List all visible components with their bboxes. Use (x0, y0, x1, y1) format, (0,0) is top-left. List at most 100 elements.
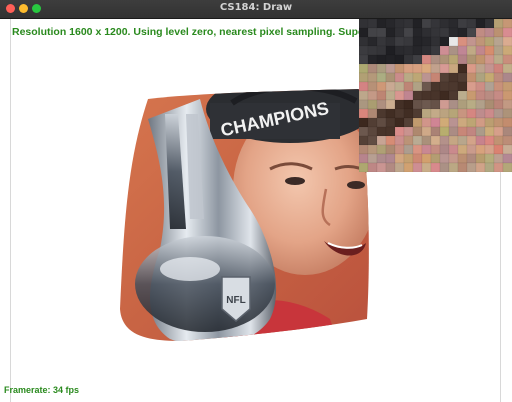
zoom-pixel (421, 27, 432, 38)
zoom-pixel (475, 153, 486, 164)
zoom-pixel (394, 36, 405, 47)
zoom-pixel (430, 63, 441, 74)
zoom-pixel (394, 126, 405, 137)
zoom-pixel (466, 135, 477, 146)
zoom-pixel (385, 45, 396, 56)
zoom-pixel (359, 126, 369, 137)
zoom-pixel (448, 135, 459, 146)
zoom-pixel (457, 117, 468, 128)
zoom-pixel (394, 135, 405, 146)
zoom-pixel (457, 99, 468, 110)
zoom-pixel (475, 45, 486, 56)
zoom-pixel (376, 90, 387, 101)
zoom-pixel (385, 36, 396, 47)
zoom-pixel (493, 144, 504, 155)
zoom-pixel (376, 54, 387, 65)
zoom-pixel (448, 162, 459, 172)
zoom-pixel (466, 108, 477, 119)
zoom-pixel (493, 81, 504, 92)
zoom-pixel (394, 45, 405, 56)
zoom-pixel (439, 126, 450, 137)
zoom-pixel (430, 99, 441, 110)
zoom-pixel (493, 135, 504, 146)
zoom-pixel (394, 153, 405, 164)
zoom-pixel (367, 108, 378, 119)
zoom-pixel (439, 36, 450, 47)
zoom-pixel (376, 144, 387, 155)
zoom-pixel (502, 54, 512, 65)
zoom-pixel (493, 72, 504, 83)
zoom-pixel (403, 27, 414, 38)
zoom-pixel (412, 45, 423, 56)
zoom-pixel (502, 99, 512, 110)
zoom-pixel (412, 108, 423, 119)
zoom-pixel (403, 63, 414, 74)
app-window: CS184: Draw CHAMPIONS NFL Resolution 160… (0, 0, 512, 402)
zoom-pixel (385, 144, 396, 155)
zoom-pixel (484, 126, 495, 137)
zoom-pixel (412, 27, 423, 38)
zoom-pixel (367, 36, 378, 47)
title-bar[interactable]: CS184: Draw (0, 0, 512, 19)
zoom-pixel (466, 99, 477, 110)
zoom-pixel (412, 72, 423, 83)
zoom-pixel (412, 99, 423, 110)
zoom-pixel (359, 19, 369, 29)
zoom-pixel (385, 54, 396, 65)
zoom-pixel (466, 162, 477, 172)
zoom-pixel (367, 81, 378, 92)
zoom-pixel (484, 27, 495, 38)
zoom-pixel (502, 81, 512, 92)
zoom-pixel (484, 90, 495, 101)
zoom-pixel (457, 45, 468, 56)
zoom-pixel (421, 144, 432, 155)
zoom-pixel-grid (359, 19, 512, 172)
zoom-pixel (502, 126, 512, 137)
zoom-pixel (457, 153, 468, 164)
zoom-pixel (385, 81, 396, 92)
zoom-pixel (457, 90, 468, 101)
render-canvas[interactable]: CHAMPIONS NFL Resolution 1600 x 1200. Us… (0, 19, 512, 402)
zoom-pixel (412, 81, 423, 92)
zoom-pixel (502, 27, 512, 38)
zoom-pixel (385, 72, 396, 83)
zoom-pixel (439, 72, 450, 83)
zoom-pixel (502, 72, 512, 83)
zoom-pixel (475, 90, 486, 101)
zoom-pixel (367, 27, 378, 38)
zoom-pixel (430, 54, 441, 65)
zoom-pixel (367, 117, 378, 128)
zoom-pixel (484, 135, 495, 146)
zoom-pixel (466, 45, 477, 56)
zoom-pixel (439, 19, 450, 29)
zoom-pixel (403, 36, 414, 47)
zoom-pixel (448, 117, 459, 128)
zoom-pixel (385, 19, 396, 29)
pixel-zoom-inspector (359, 19, 512, 172)
zoom-pixel (457, 19, 468, 29)
zoom-pixel (430, 81, 441, 92)
zoom-pixel (448, 45, 459, 56)
zoom-pixel (421, 162, 432, 172)
zoom-pixel (376, 63, 387, 74)
zoom-pixel (394, 81, 405, 92)
zoom-pixel (385, 126, 396, 137)
zoom-pixel (367, 126, 378, 137)
zoom-pixel (502, 19, 512, 29)
zoom-pixel (412, 153, 423, 164)
zoom-pixel (403, 90, 414, 101)
zoom-pixel (484, 153, 495, 164)
zoom-pixel (430, 90, 441, 101)
zoom-pixel (439, 54, 450, 65)
zoom-pixel (385, 108, 396, 119)
zoom-pixel (457, 144, 468, 155)
zoom-pixel (359, 36, 369, 47)
zoom-pixel (403, 72, 414, 83)
zoom-pixel (421, 108, 432, 119)
zoom-pixel (394, 63, 405, 74)
zoom-pixel (466, 126, 477, 137)
zoom-pixel (484, 144, 495, 155)
zoom-pixel (448, 54, 459, 65)
zoom-pixel (448, 81, 459, 92)
zoom-pixel (403, 108, 414, 119)
